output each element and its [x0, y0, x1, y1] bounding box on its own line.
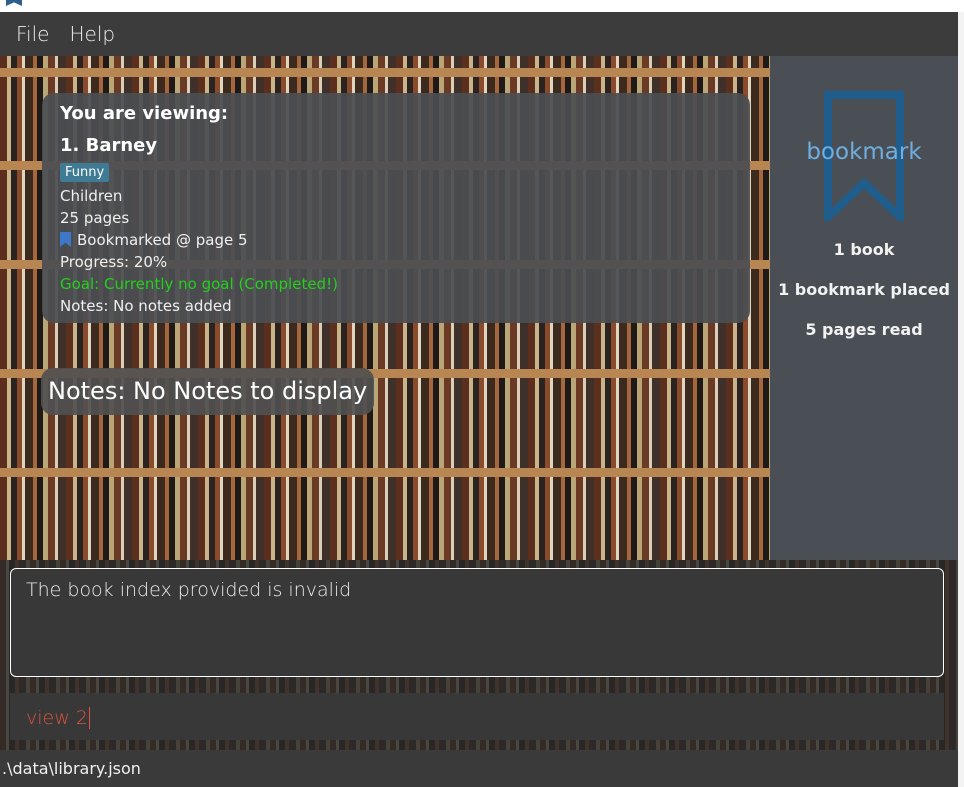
bookmark-text: Bookmarked @ page 5 [77, 231, 248, 249]
notes-display: Notes: No Notes to display [41, 368, 375, 415]
command-input[interactable]: view 2 [26, 707, 90, 729]
genre-tag: Funny [60, 163, 110, 182]
app-bookmark-icon [6, 0, 22, 6]
menu-bar: File Help [0, 12, 958, 56]
bookmarks-placed: 1 bookmark placed [778, 280, 950, 299]
pages-read: 5 pages read [805, 320, 923, 339]
viewing-label: You are viewing: [60, 103, 229, 124]
status-bar: .\data\library.json [0, 750, 958, 787]
bookmark-icon [60, 232, 71, 247]
file-path: .\data\library.json [2, 759, 141, 778]
summary-panel: bookmark 1 book 1 bookmark placed 5 page… [770, 56, 958, 560]
book-pages: 25 pages [60, 209, 130, 227]
result-display-box[interactable]: The book index provided is invalid [10, 568, 944, 677]
book-detail-card: You are viewing: 1. Barney Funny Childre… [42, 93, 750, 323]
result-message: The book index provided is invalid [26, 579, 352, 601]
book-genre: Children [60, 187, 123, 205]
book-notes: Notes: No notes added [60, 297, 232, 315]
book-bookmark: Bookmarked @ page 5 [60, 231, 248, 249]
window-title-bar [0, 0, 964, 12]
menu-help[interactable]: Help [59, 22, 125, 46]
window-edge [958, 12, 964, 787]
book-title: 1. Barney [60, 135, 158, 156]
logo-text: bookmark [806, 139, 922, 165]
book-progress: Progress: 20% [60, 253, 168, 271]
book-goal: Goal: Currently no goal (Completed!) [60, 275, 338, 293]
books-count: 1 book [833, 240, 895, 259]
menu-file[interactable]: File [0, 22, 59, 46]
command-box[interactable]: view 2 [10, 693, 944, 740]
